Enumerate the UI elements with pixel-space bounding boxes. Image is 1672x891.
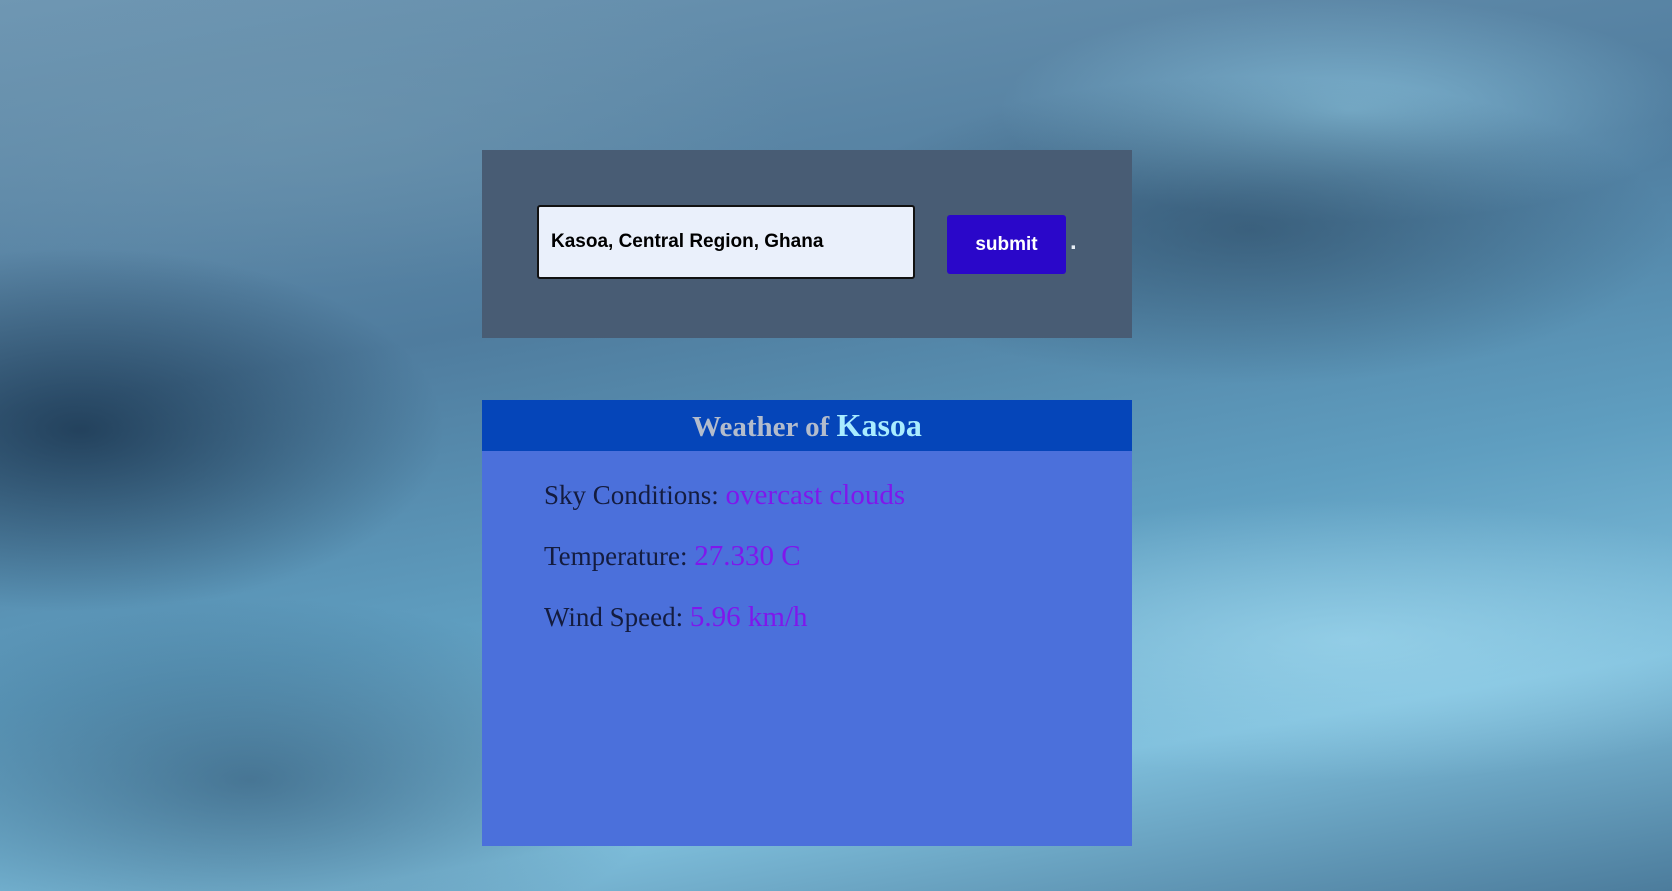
wind-speed-value: 5.96 km/h: [689, 601, 808, 633]
submit-button[interactable]: submit: [947, 215, 1066, 274]
weather-city-name: Kasoa: [836, 407, 922, 443]
trailing-dot-text: .: [1070, 228, 1077, 255]
temperature-label: Temperature:: [544, 541, 688, 571]
sky-conditions-row: Sky Conditions: overcast clouds: [544, 465, 1132, 526]
wind-speed-label: Wind Speed:: [544, 602, 684, 632]
temperature-row: Temperature: 27.330 C: [544, 526, 1132, 587]
sky-conditions-value: overcast clouds: [725, 479, 906, 511]
wind-speed-row: Wind Speed: 5.96 km/h: [544, 587, 1132, 648]
weather-header-prefix: Weather of: [692, 411, 830, 443]
temperature-value: 27.330 C: [694, 540, 801, 572]
weather-details: Sky Conditions: overcast clouds Temperat…: [482, 451, 1132, 648]
weather-header: Weather of Kasoa: [482, 400, 1132, 451]
city-search-input[interactable]: [537, 205, 915, 279]
weather-card: Weather of Kasoa Sky Conditions: overcas…: [482, 400, 1132, 846]
search-panel: submit .: [482, 150, 1132, 338]
sky-conditions-label: Sky Conditions:: [544, 480, 719, 510]
